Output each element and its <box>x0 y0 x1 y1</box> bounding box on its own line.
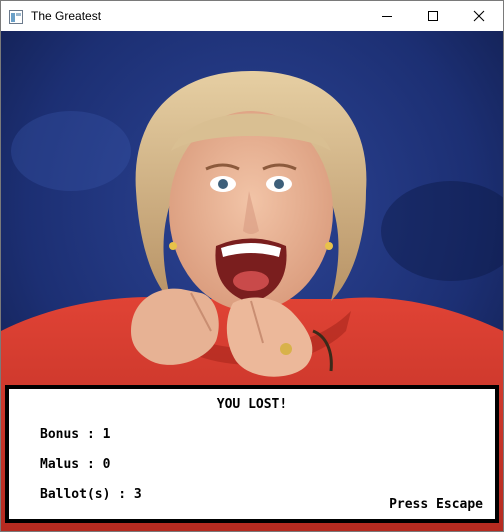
window-title: The Greatest <box>31 9 102 23</box>
game-canvas[interactable]: YOU LOST! Bonus : 1 Malus : 0 Ballot(s) … <box>1 31 503 531</box>
minimize-icon <box>382 16 392 17</box>
malus-label: Malus : <box>40 457 103 472</box>
ballots-value: 3 <box>133 487 142 502</box>
bonus-stat: Bonus : 1 <box>40 427 110 443</box>
game-over-panel: YOU LOST! Bonus : 1 Malus : 0 Ballot(s) … <box>5 385 499 523</box>
malus-value: 0 <box>102 457 111 472</box>
maximize-icon <box>428 11 438 21</box>
close-button[interactable] <box>456 1 502 31</box>
app-window-icon <box>9 9 23 24</box>
game-window: The Greatest YOU LOST! Bonus: 1 Malus:… <box>0 0 504 532</box>
maximize-button[interactable] <box>410 1 456 31</box>
title-bar[interactable]: The Greatest <box>1 1 503 31</box>
close-icon <box>473 10 485 22</box>
result-title: YOU LOST! <box>216 397 288 412</box>
press-escape-hint: Press Escape <box>389 497 483 512</box>
ballots-stat: Ballot(s) : 3 <box>40 487 142 503</box>
malus-stat: Malus : 0 <box>40 457 110 473</box>
bonus-value: 1 <box>102 427 111 442</box>
minimize-button[interactable] <box>364 1 410 31</box>
bonus-label: Bonus : <box>40 427 103 442</box>
ballots-label: Ballot(s) : <box>40 487 134 502</box>
